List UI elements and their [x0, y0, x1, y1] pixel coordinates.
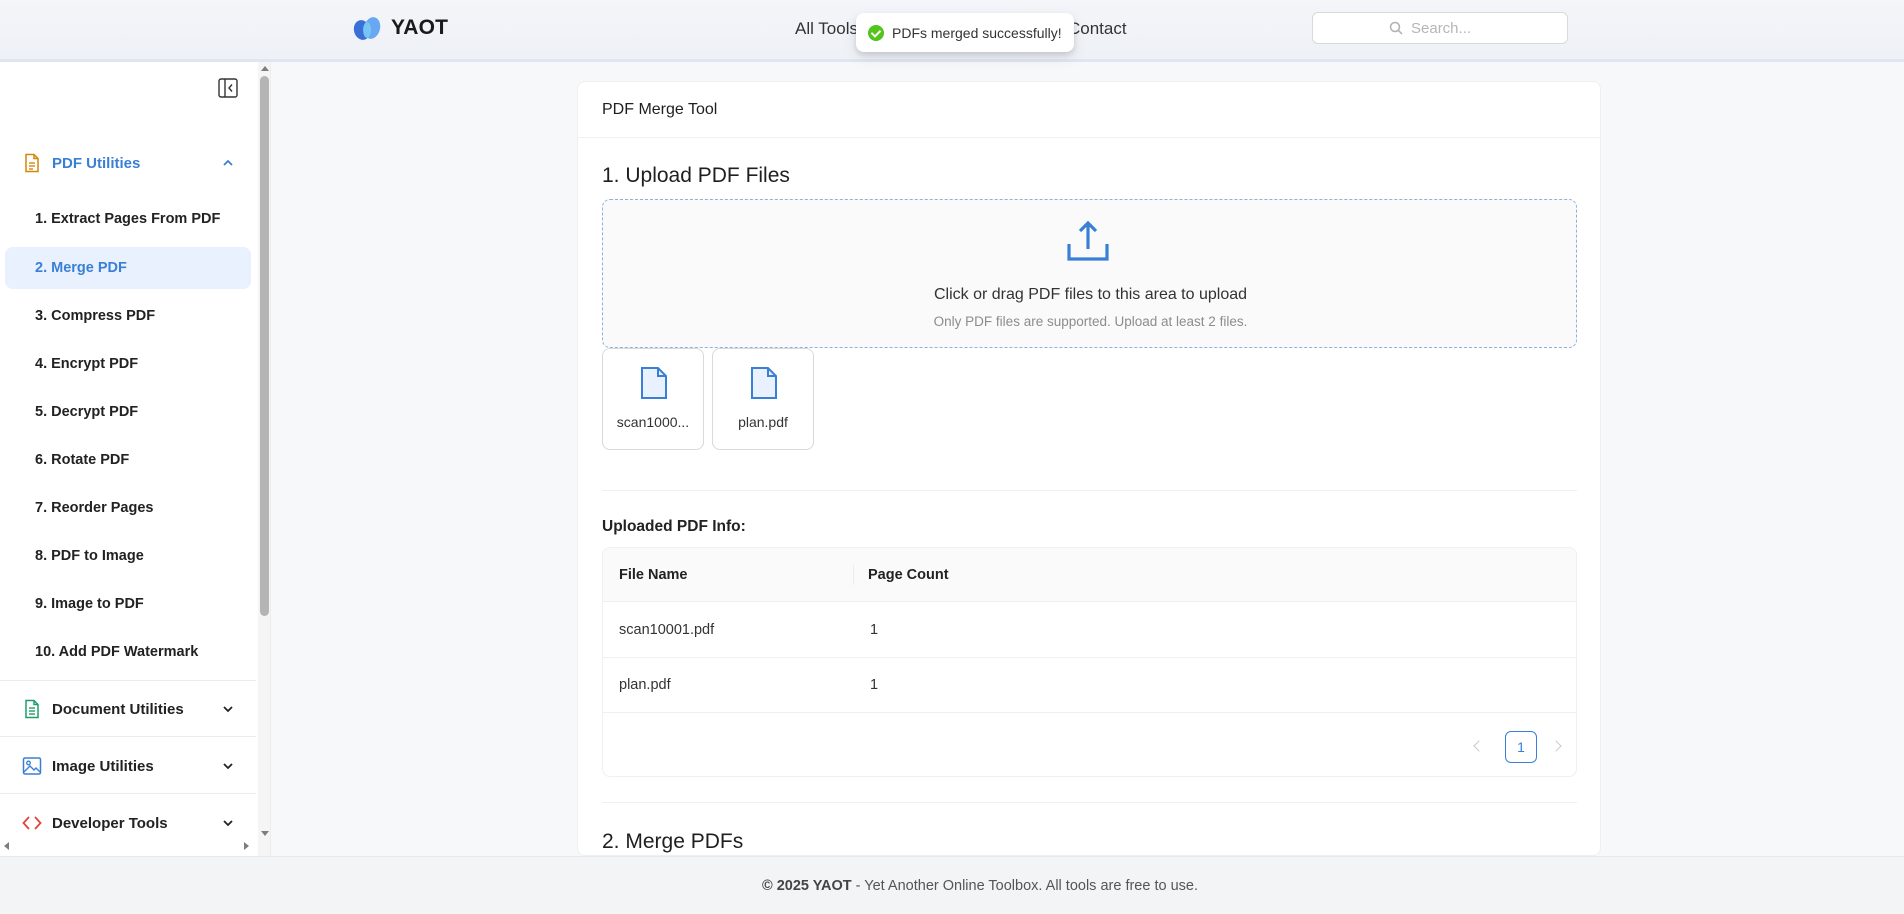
- pdf-info-table: File Name Page Count scan10001.pdf 1 pla…: [602, 547, 1577, 777]
- sidebar-item-rotate-pdf[interactable]: 6. Rotate PDF: [5, 439, 251, 481]
- section-divider: [602, 490, 1577, 491]
- search-input[interactable]: [1411, 19, 1491, 37]
- card-title: PDF Merge Tool: [602, 101, 718, 118]
- chevron-down-icon: [223, 820, 233, 827]
- file-icon: [641, 367, 667, 399]
- sidebar-divider: [0, 736, 256, 737]
- chevron-down-icon: [223, 706, 233, 713]
- table-header: File Name Page Count: [603, 548, 1576, 602]
- sidebar-item-reorder-pages[interactable]: 7. Reorder Pages: [5, 487, 251, 529]
- code-icon: [22, 816, 42, 830]
- file-icon: [751, 367, 777, 399]
- scroll-right-arrow-icon[interactable]: [244, 842, 249, 850]
- sidebar-item-compress-pdf[interactable]: 3. Compress PDF: [5, 295, 251, 337]
- chevron-up-icon: [223, 159, 233, 166]
- nav-all-tools[interactable]: All Tools: [795, 19, 858, 39]
- nav-contact[interactable]: Contact: [1068, 19, 1127, 39]
- image-icon: [22, 757, 42, 775]
- yaot-logo-icon: [353, 17, 381, 40]
- sidebar-item-label: 2. Merge PDF: [35, 260, 127, 276]
- column-header-file-name[interactable]: File Name: [619, 567, 688, 583]
- top-header: YAOT All Tools Contact PDFs merged succe…: [0, 0, 1904, 62]
- upload-icon: [1067, 220, 1109, 261]
- upload-section-title: 1. Upload PDF Files: [602, 164, 790, 187]
- chevron-down-icon: [223, 763, 233, 770]
- sidebar-item-label: 1. Extract Pages From PDF: [35, 211, 221, 227]
- page-footer: © 2025 YAOT - Yet Another Online Toolbox…: [0, 856, 1904, 914]
- file-tile-name: plan.pdf: [738, 414, 788, 430]
- group-pdf-utilities[interactable]: PDF Utilities: [0, 139, 256, 187]
- sidebar-collapse-icon[interactable]: [218, 78, 238, 98]
- scroll-down-arrow-icon[interactable]: [261, 831, 269, 836]
- brand-logo[interactable]: YAOT: [351, 15, 448, 41]
- pdf-file-icon: [25, 153, 39, 173]
- sidebar-item-label: 3. Compress PDF: [35, 308, 156, 324]
- document-icon: [25, 699, 39, 719]
- sidebar-item-label: 7. Reorder Pages: [35, 500, 154, 516]
- scroll-left-arrow-icon[interactable]: [4, 842, 9, 850]
- upload-hint: Only PDF files are supported. Upload at …: [933, 314, 1248, 329]
- table-row[interactable]: scan10001.pdf 1: [603, 603, 1576, 658]
- sidebar-item-image-to-pdf[interactable]: 9. Image to PDF: [5, 583, 251, 625]
- sidebar-item-label: 5. Decrypt PDF: [35, 404, 139, 420]
- search-icon: [1389, 21, 1403, 35]
- table-row[interactable]: plan.pdf 1: [603, 658, 1576, 713]
- search-box[interactable]: [1312, 12, 1568, 44]
- merge-tool-card: PDF Merge Tool 1. Upload PDF Files Click…: [577, 81, 1601, 856]
- cell-page-count: 1: [870, 622, 879, 638]
- cell-file-name: scan10001.pdf: [619, 622, 715, 638]
- sidebar-item-encrypt-pdf[interactable]: 4. Encrypt PDF: [5, 343, 251, 385]
- footer-text: - Yet Another Online Toolbox. All tools …: [855, 877, 1198, 894]
- prev-page-icon[interactable]: [1473, 740, 1485, 752]
- group-label: Image Utilities: [52, 757, 154, 775]
- column-divider: [853, 565, 854, 585]
- sidebar-horizontal-scrollbar[interactable]: [0, 836, 258, 856]
- next-page-icon[interactable]: [1550, 740, 1562, 752]
- group-image-utilities[interactable]: Image Utilities: [0, 742, 256, 790]
- sidebar-item-label: 8. PDF to Image: [35, 548, 144, 564]
- scroll-up-arrow-icon[interactable]: [261, 66, 269, 71]
- sidebar-item-decrypt-pdf[interactable]: 5. Decrypt PDF: [5, 391, 251, 433]
- card-header-divider: [578, 137, 1600, 138]
- uploaded-info-label: Uploaded PDF Info:: [602, 518, 746, 535]
- uploaded-file-tile[interactable]: plan.pdf: [712, 348, 814, 450]
- column-header-page-count[interactable]: Page Count: [868, 567, 949, 583]
- group-label: Document Utilities: [52, 700, 184, 718]
- sidebar-divider: [0, 680, 256, 681]
- page-number-button[interactable]: 1: [1505, 731, 1537, 763]
- brand-name: YAOT: [391, 16, 449, 39]
- sidebar-item-add-watermark[interactable]: 10. Add PDF Watermark: [5, 631, 251, 673]
- group-document-utilities[interactable]: Document Utilities: [0, 685, 256, 733]
- sidebar-item-label: 4. Encrypt PDF: [35, 356, 139, 372]
- cell-page-count: 1: [870, 677, 879, 693]
- sidebar-vertical-scrollbar[interactable]: [258, 62, 270, 856]
- section-divider: [602, 802, 1577, 803]
- group-label: PDF Utilities: [52, 154, 141, 172]
- uploaded-file-tile[interactable]: scan1000...: [602, 348, 704, 450]
- success-toast: PDFs merged successfully!: [856, 13, 1074, 52]
- sidebar-item-pdf-to-image[interactable]: 8. PDF to Image: [5, 535, 251, 577]
- sidebar-item-label: 9. Image to PDF: [35, 596, 144, 612]
- check-circle-icon: [868, 24, 884, 41]
- upload-prompt: Click or drag PDF files to this area to …: [933, 286, 1248, 303]
- upload-dropzone[interactable]: Click or drag PDF files to this area to …: [602, 199, 1577, 348]
- sidebar-divider: [0, 793, 256, 794]
- group-label: Developer Tools: [52, 814, 168, 832]
- sidebar: PDF Utilities 1. Extract Pages From PDF …: [0, 62, 271, 856]
- sidebar-item-label: 10. Add PDF Watermark: [35, 644, 199, 660]
- file-tile-name: scan1000...: [616, 414, 690, 430]
- footer-copyright: © 2025 YAOT: [761, 877, 852, 894]
- sidebar-item-extract-pages[interactable]: 1. Extract Pages From PDF: [5, 198, 251, 240]
- cell-file-name: plan.pdf: [619, 677, 671, 693]
- merge-section-title: 2. Merge PDFs: [602, 830, 744, 853]
- sidebar-item-label: 6. Rotate PDF: [35, 452, 130, 468]
- toast-message: PDFs merged successfully!: [892, 24, 1062, 41]
- scrollbar-thumb[interactable]: [260, 76, 269, 616]
- sidebar-item-merge-pdf[interactable]: 2. Merge PDF: [5, 247, 251, 289]
